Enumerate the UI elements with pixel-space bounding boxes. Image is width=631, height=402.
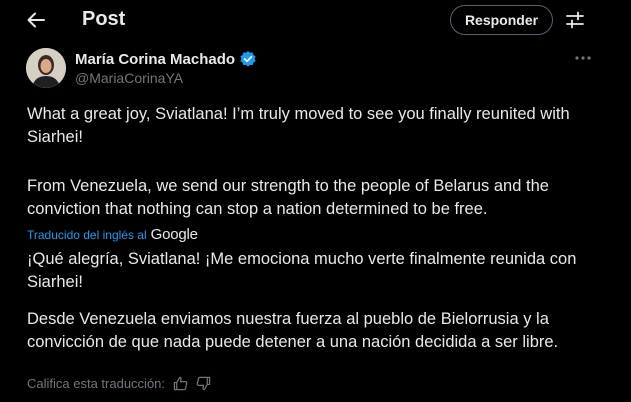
tweet-text-paragraph-2: From Venezuela, we send our strength to … xyxy=(27,177,549,218)
tweet-text-paragraph-1: What a great joy, Sviatlana! I’m truly m… xyxy=(27,105,570,146)
more-options-button[interactable] xyxy=(572,48,594,68)
thumbs-up-icon[interactable] xyxy=(173,376,188,391)
verified-badge-icon xyxy=(239,50,257,68)
thumbs-down-icon[interactable] xyxy=(196,376,211,391)
google-logo: Google xyxy=(150,226,198,243)
more-icon xyxy=(575,56,591,60)
rate-translation-label: Califica esta traducción: xyxy=(27,376,166,391)
translation-credit-label[interactable]: Traducido del inglés al xyxy=(27,228,147,242)
author-name[interactable]: María Corina Machado xyxy=(75,51,235,68)
rate-translation: Califica esta traducción: xyxy=(27,376,211,391)
post-header: Post Responder xyxy=(0,0,631,40)
author-avatar[interactable] xyxy=(26,48,66,88)
translated-paragraph-2: Desde Venezuela enviamos nuestra fuerza … xyxy=(27,310,559,351)
avatar-image xyxy=(26,48,66,88)
reply-button[interactable]: Responder xyxy=(450,5,553,35)
author-handle[interactable]: @MariaCorinaYA xyxy=(75,70,183,86)
filter-icon xyxy=(566,11,584,29)
translation-credit[interactable]: Traducido del inglés al Google xyxy=(27,226,198,243)
back-button[interactable] xyxy=(22,6,50,34)
translated-paragraph-1: ¡Qué alegría, Sviatlana! ¡Me emociona mu… xyxy=(27,250,577,291)
filter-button[interactable] xyxy=(563,8,587,32)
author-name-row[interactable]: María Corina Machado xyxy=(75,50,257,68)
page-title: Post xyxy=(82,8,126,30)
back-arrow-icon xyxy=(27,12,45,28)
